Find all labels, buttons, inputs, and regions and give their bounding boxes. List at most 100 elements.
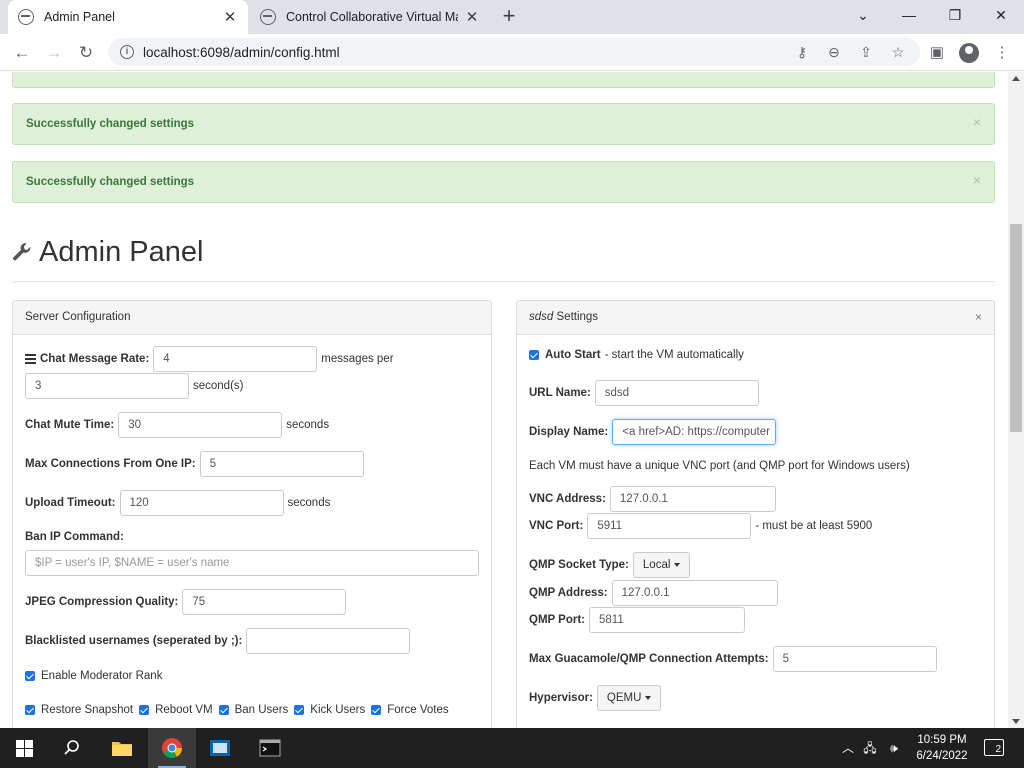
moderator-permissions-row: Restore Snapshot Reboot VM Ban Users Kic…: [25, 704, 449, 716]
clock-time: 10:59 PM: [917, 734, 967, 746]
ban-users-checkbox[interactable]: [218, 705, 229, 715]
hypervisor-dropdown[interactable]: QEMU: [596, 685, 662, 711]
auto-start-description: - start the VM automatically: [604, 349, 744, 361]
restore-snapshot-checkbox[interactable]: [25, 705, 35, 715]
alert-success: Successfully changed settings ×: [12, 161, 995, 203]
display-name-input[interactable]: <a href>AD: https://computer: [612, 419, 777, 445]
minimize-button[interactable]: —: [886, 0, 932, 30]
page-scrollbar[interactable]: [1008, 72, 1024, 728]
upload-timeout-row: Upload Timeout: 120 seconds: [25, 490, 330, 516]
address-bar[interactable]: i localhost:6098/admin/config.html ⚷ ⊖ ⇪…: [108, 38, 920, 66]
terminal-taskbar-button[interactable]: [246, 728, 294, 768]
auto-start-checkbox[interactable]: [529, 350, 539, 360]
network-icon[interactable]: 🖧: [860, 728, 880, 768]
qmp-port-input[interactable]: 5811: [589, 607, 746, 633]
alert-close-icon[interactable]: ×: [973, 172, 981, 188]
outlook-taskbar-button[interactable]: [196, 728, 244, 768]
vnc-address-row: VNC Address: 127.0.0.1: [529, 486, 776, 512]
url-name-label: URL Name:: [529, 387, 591, 399]
taskbar-clock[interactable]: 10:59 PM 6/24/2022: [906, 732, 978, 764]
chat-mute-time-label: Chat Mute Time:: [25, 419, 115, 431]
tab-admin-panel[interactable]: Admin Panel ✕: [8, 0, 248, 34]
qmp-socket-type-value: Local: [642, 559, 671, 571]
blacklisted-usernames-label: Blacklisted usernames (seperated by ;):: [25, 635, 243, 647]
chat-mute-time-input[interactable]: 30: [118, 412, 283, 438]
start-button[interactable]: [0, 728, 48, 768]
enable-moderator-rank-checkbox[interactable]: [25, 671, 35, 681]
jpeg-quality-input[interactable]: 75: [182, 589, 347, 615]
max-connections-input[interactable]: 5: [199, 451, 364, 477]
enable-moderator-rank-row[interactable]: Enable Moderator Rank: [25, 670, 162, 682]
search-button[interactable]: [48, 728, 96, 768]
chat-rate-period-input[interactable]: 3: [25, 373, 189, 399]
chat-mute-time-row: Chat Mute Time: 30 seconds: [25, 412, 329, 438]
notification-center-icon[interactable]: 2: [984, 739, 1004, 756]
vnc-address-input[interactable]: 127.0.0.1: [609, 486, 776, 512]
chat-message-rate-row: Chat Message Rate: 4 messages per: [25, 346, 394, 372]
caret-down-icon: [674, 563, 681, 567]
new-tab-button[interactable]: +: [498, 5, 520, 28]
qmp-port-label: QMP Port:: [529, 614, 586, 626]
tab-control-collaborative[interactable]: Control Collaborative Virtual Mac ✕: [250, 0, 490, 34]
scrollbar-thumb[interactable]: [1010, 224, 1022, 432]
auto-start-row[interactable]: Auto Start - start the VM automatically: [529, 349, 744, 361]
windows-logo-icon: [15, 739, 33, 757]
upload-timeout-input[interactable]: 120: [119, 490, 284, 516]
chat-message-rate-label: Chat Message Rate:: [40, 353, 150, 365]
max-connections-label: Max Connections From One IP:: [25, 458, 196, 470]
url-name-input[interactable]: sdsd: [594, 380, 759, 406]
qmp-socket-type-row: QMP Socket Type: Local: [529, 552, 691, 578]
ban-ip-command-input[interactable]: $IP = user's IP, $NAME = user's name: [25, 550, 479, 576]
key-icon[interactable]: ⚷: [790, 38, 814, 66]
max-attempts-row: Max Guacamole/QMP Connection Attempts: 5: [529, 646, 937, 672]
max-connections-row: Max Connections From One IP: 5: [25, 451, 364, 477]
tab-search-icon[interactable]: ⌄: [840, 0, 886, 30]
vnc-note: Each VM must have a unique VNC port (and…: [529, 460, 910, 472]
folder-icon: [112, 742, 132, 756]
close-icon[interactable]: ×: [975, 310, 982, 324]
zoom-icon[interactable]: ⊖: [822, 38, 846, 66]
profile-avatar[interactable]: [959, 43, 979, 63]
chat-rate-period-row: 3 second(s): [25, 373, 244, 399]
hypervisor-row: Hypervisor: QEMU: [529, 685, 662, 711]
alert-text: Successfully changed settings: [26, 118, 195, 130]
side-panel-icon[interactable]: ▣: [924, 40, 950, 66]
restore-button[interactable]: ❐: [932, 0, 978, 30]
chat-message-rate-suffix: messages per: [321, 353, 394, 365]
close-window-button[interactable]: ✕: [978, 0, 1024, 30]
blacklisted-usernames-input[interactable]: [246, 628, 411, 654]
alert-close-icon[interactable]: ×: [973, 114, 981, 130]
back-button[interactable]: ←: [9, 40, 35, 66]
scroll-down-icon[interactable]: [1012, 719, 1020, 724]
browser-tab-strip: Admin Panel ✕ Control Collaborative Virt…: [0, 0, 1024, 34]
share-icon[interactable]: ⇪: [854, 38, 878, 66]
reboot-vm-checkbox[interactable]: [139, 705, 150, 715]
globe-icon: [18, 9, 34, 25]
forward-button[interactable]: →: [41, 40, 67, 66]
tab-close-icon[interactable]: ✕: [464, 8, 480, 26]
reload-button[interactable]: ↻: [73, 40, 99, 66]
tray-chevron-icon[interactable]: ︿: [838, 728, 858, 768]
max-attempts-input[interactable]: 5: [772, 646, 937, 672]
site-info-icon[interactable]: i: [120, 45, 134, 59]
force-votes-checkbox[interactable]: [371, 705, 382, 715]
scroll-up-icon[interactable]: [1012, 76, 1020, 81]
file-explorer-button[interactable]: [98, 728, 146, 768]
bookmark-star-icon[interactable]: ☆: [886, 38, 910, 66]
volume-icon[interactable]: 🕪: [884, 728, 904, 768]
vnc-port-input[interactable]: 5911: [587, 513, 752, 539]
panel-heading: Server Configuration: [13, 301, 491, 335]
tab-close-icon[interactable]: ✕: [222, 8, 238, 26]
url-name-row: URL Name: sdsd: [529, 380, 759, 406]
upload-timeout-label: Upload Timeout:: [25, 497, 116, 509]
chrome-taskbar-button[interactable]: [148, 728, 196, 768]
restore-snapshot-label: Restore Snapshot: [41, 704, 134, 716]
enable-moderator-rank-label: Enable Moderator Rank: [41, 670, 163, 682]
jpeg-quality-row: JPEG Compression Quality: 75: [25, 589, 347, 615]
menu-kebab-icon[interactable]: ⋮: [989, 40, 1015, 66]
qmp-address-input[interactable]: 127.0.0.1: [611, 580, 778, 606]
kick-users-checkbox[interactable]: [294, 705, 305, 715]
chat-message-rate-input[interactable]: 4: [153, 346, 318, 372]
page-viewport: Successfully changed settings × Successf…: [0, 72, 1008, 728]
qmp-socket-type-dropdown[interactable]: Local: [632, 552, 691, 578]
